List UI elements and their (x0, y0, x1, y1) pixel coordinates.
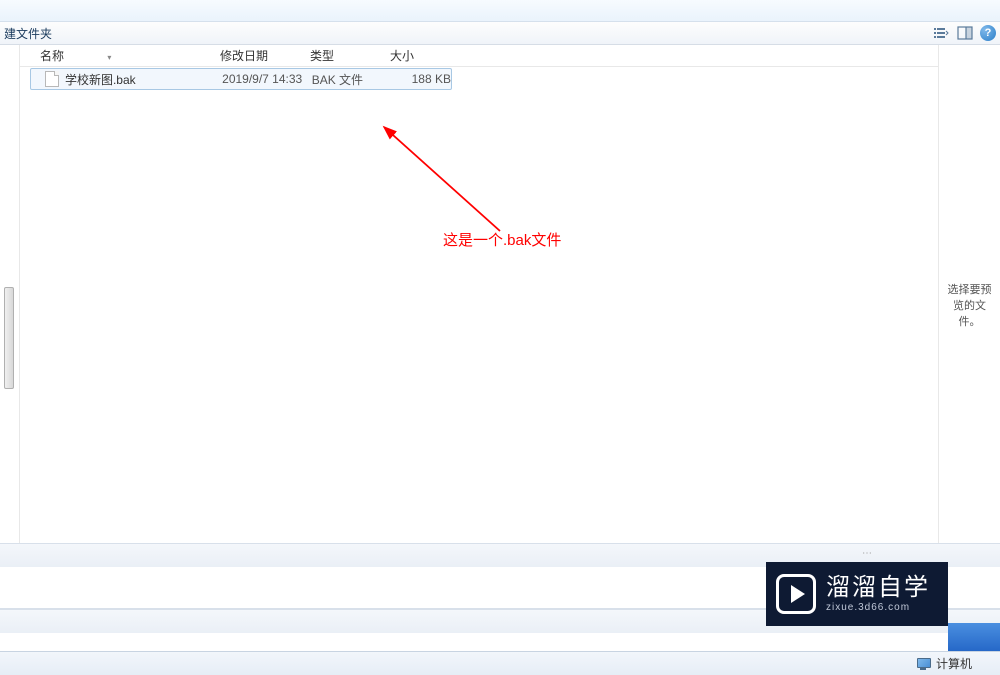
annotation-text: 这是一个.bak文件 (443, 229, 561, 250)
file-size-cell: 188 KB (391, 72, 451, 86)
window-titlebar (0, 0, 1000, 22)
view-options-button[interactable] (932, 24, 950, 42)
help-icon[interactable]: ? (980, 25, 996, 41)
column-header-size[interactable]: 大小 (384, 47, 444, 64)
watermark-logo: 溜溜自学 zixue.3d66.com (766, 562, 948, 626)
file-name-cell: 学校新图.bak (65, 71, 222, 88)
toolbar-new-folder[interactable]: 建文件夹 (4, 25, 52, 42)
file-type-cell: BAK 文件 (312, 71, 392, 88)
column-header-date[interactable]: 修改日期 (214, 47, 304, 64)
watermark-play-icon (776, 574, 816, 614)
statusbar-computer-label: 计算机 (936, 655, 972, 672)
left-scrollbar-gutter (0, 45, 20, 564)
computer-icon (916, 658, 930, 670)
column-header-name[interactable]: 名称 ▾ (34, 47, 214, 64)
file-row[interactable]: 学校新图.bak 2019/9/7 14:33 BAK 文件 188 KB (30, 68, 452, 90)
watermark-title: 溜溜自学 (826, 575, 930, 601)
file-icon (45, 71, 59, 87)
field-indicator: ⋯ (862, 548, 872, 559)
statusbar: 计算机 (0, 651, 1000, 675)
preview-panel: 选择要预览的文件。 (938, 45, 1000, 564)
column-headers: 名称 ▾ 修改日期 类型 大小 (20, 45, 938, 67)
file-date-cell: 2019/9/7 14:33 (222, 72, 312, 86)
column-header-type[interactable]: 类型 (304, 47, 384, 64)
preview-message: 选择要预览的文件。 (943, 281, 996, 329)
scrollbar-thumb[interactable] (4, 287, 14, 389)
watermark-url: zixue.3d66.com (826, 602, 930, 613)
toolbar: 建文件夹 ? (0, 22, 1000, 45)
sort-indicator-icon: ▾ (107, 53, 111, 62)
column-name-label: 名称 (40, 49, 64, 63)
file-list-panel: 名称 ▾ 修改日期 类型 大小 学校新图.bak 2019/9/7 14:33 … (20, 45, 938, 564)
gap-region-2 (0, 633, 1000, 651)
preview-pane-button[interactable] (956, 24, 974, 42)
taskbar-fragment (948, 623, 1000, 651)
annotation-arrow (380, 123, 540, 243)
